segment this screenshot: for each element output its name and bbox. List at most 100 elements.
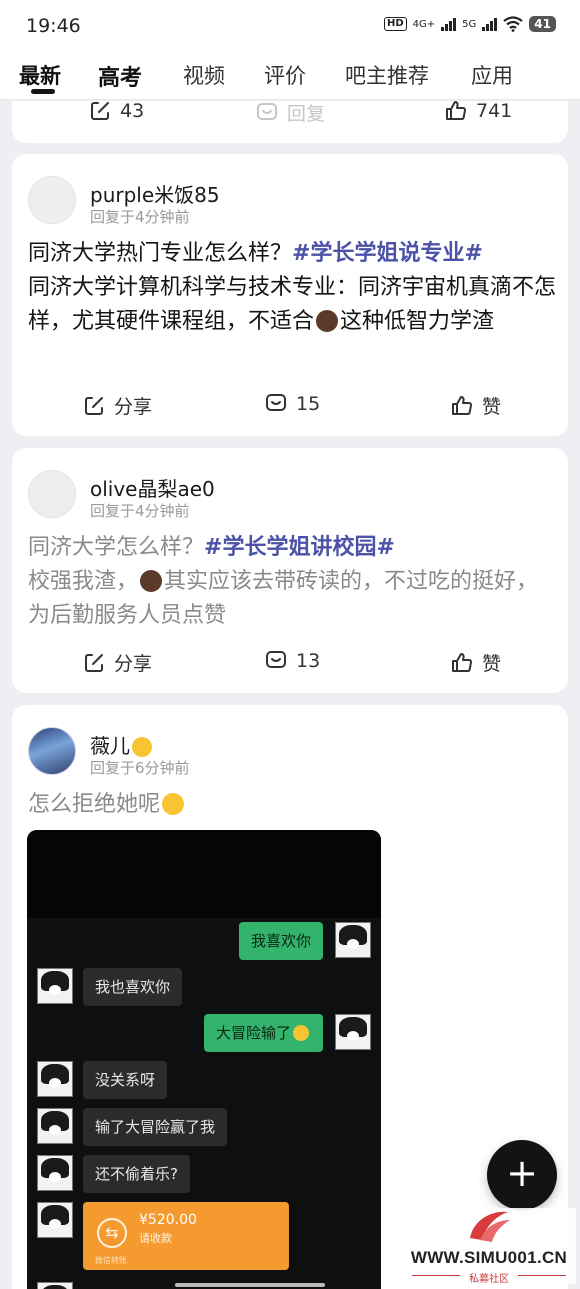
post-content[interactable]: 同济大学怎么样？#学长学姐讲校园# 校强我渣， 其实应该去带砖读的，不过吃的挺好，… (28, 531, 558, 633)
comment-icon (257, 102, 277, 120)
post-content[interactable]: 同济大学热门专业怎么样？#学长学姐说专业# 同济大学计算机科学与技术专业：同济宇… (28, 237, 558, 339)
chat-bubble-received: 没关系呀 (83, 1061, 168, 1099)
site-watermark: WWW.SIMU001.CN 私募社区 (402, 1208, 576, 1285)
post-time: 回复于4分钟前 (90, 208, 190, 226)
share-button[interactable]: 43 (88, 101, 144, 123)
chat-avatar-icon (335, 922, 371, 958)
chat-bubble-received: 我也喜欢你 (83, 968, 183, 1006)
username[interactable]: olive晶梨ae0 (90, 473, 215, 502)
transfer-amount: ¥520.00 (139, 1212, 197, 1228)
tab-latest[interactable]: 最新 (19, 60, 61, 90)
status-icons: HD 4G+ 5G 41 (384, 16, 556, 32)
comment-count: 15 (296, 393, 321, 415)
post-title: 同济大学热门专业怎么样？ (28, 241, 293, 266)
channel-tabs: 最新 高考 视频 评价 吧主推荐 应用 (0, 54, 580, 100)
chat-avatar-icon (37, 1202, 73, 1238)
chat-bubble-received: 还不偷着乐? (83, 1155, 190, 1193)
chat-avatar-icon (37, 1282, 73, 1289)
wink-emoji-icon (132, 737, 152, 757)
like-icon (452, 652, 472, 672)
comment-button[interactable]: 15 (264, 392, 320, 416)
like-label: 赞 (482, 653, 502, 675)
signal-icon (482, 17, 498, 31)
thinking-emoji-icon (162, 793, 185, 815)
like-button[interactable]: 741 (444, 101, 512, 123)
tab-active-indicator (31, 89, 55, 94)
grimace-emoji-icon (293, 1025, 309, 1041)
post-card[interactable]: olive晶梨ae0 回复于4分钟前 同济大学怎么样？#学长学姐讲校园# 校强我… (12, 448, 568, 693)
chat-bubble-sent: 大冒险输了 (203, 1014, 323, 1052)
like-button[interactable]: 赞 (450, 392, 501, 419)
comment-icon (266, 394, 286, 411)
post-content[interactable]: 怎么拒绝她呢 (28, 788, 558, 822)
chat-bubble-sent: 我喜欢你 (238, 922, 323, 960)
tab-apps[interactable]: 应用 (471, 60, 513, 90)
face-emoji-icon (316, 310, 339, 332)
post-card[interactable]: purple米饭85 回复于4分钟前 同济大学热门专业怎么样？#学长学姐说专业#… (12, 154, 568, 436)
like-label: 赞 (482, 396, 502, 418)
transfer-status: 请收款 (139, 1232, 172, 1245)
username[interactable]: purple米饭85 (90, 179, 220, 208)
face-emoji-icon (140, 570, 163, 592)
topic-tag[interactable]: #学长学姐讲校园# (204, 535, 395, 560)
comment-icon (266, 651, 286, 668)
post-body: 校强我渣， (28, 569, 139, 594)
net-5g-label: 5G (462, 18, 477, 30)
comment-count: 13 (296, 650, 321, 672)
tab-moderator-picks[interactable]: 吧主推荐 (345, 60, 429, 90)
topic-tag[interactable]: #学长学姐说专业# (292, 241, 483, 266)
wifi-icon (503, 16, 523, 32)
username-text: 薇儿 (90, 734, 130, 758)
prev-post-card: 43 回复 741 (12, 101, 568, 143)
chat-bubble-received: 输了大冒险赢了我 (83, 1108, 228, 1146)
post-title: 同济大学怎么样？ (28, 535, 205, 560)
share-button[interactable]: 分享 (82, 649, 152, 676)
tab-review[interactable]: 评价 (264, 60, 306, 90)
watermark-subtitle: 私募社区 (469, 1274, 509, 1285)
share-icon (85, 653, 103, 672)
chat-bubble-text: 大冒险输了 (215, 1024, 291, 1042)
post-body-end: 这种低智力学渣 (340, 309, 495, 334)
reply-label: 回复 (287, 103, 326, 125)
signal-icon (441, 17, 457, 31)
transfer-icon: ⇆ (97, 1218, 127, 1248)
share-button[interactable]: 分享 (82, 392, 152, 419)
watermark-logo-icon (470, 1211, 510, 1242)
tab-gaokao[interactable]: 高考 (98, 60, 142, 92)
chat-avatar-icon (335, 1014, 371, 1050)
image-header-area (27, 830, 381, 918)
like-icon (452, 395, 472, 415)
chat-avatar-icon (37, 1155, 73, 1191)
like-icon (446, 101, 466, 120)
create-post-button[interactable]: + (487, 1140, 557, 1210)
status-time: 19:46 (26, 15, 81, 37)
post-time: 回复于6分钟前 (90, 759, 190, 777)
comment-button[interactable]: 13 (264, 649, 320, 673)
post-card[interactable]: 薇儿 回复于6分钟前 怎么拒绝她呢 我喜欢你 我也喜欢你 大冒险输了 没关系呀 … (12, 705, 568, 1289)
watermark-text: WWW.SIMU001.CN (410, 1248, 568, 1267)
watermark-rule (518, 1275, 566, 1276)
share-label: 分享 (114, 396, 153, 418)
avatar[interactable] (28, 470, 76, 518)
reply-button[interactable]: 回复 (255, 101, 325, 126)
post-time: 回复于4分钟前 (90, 502, 190, 520)
share-label: 分享 (114, 653, 153, 675)
chat-avatar-icon (37, 1108, 73, 1144)
avatar[interactable] (28, 727, 76, 775)
avatar[interactable] (28, 176, 76, 224)
hd-badge: HD (384, 17, 407, 31)
like-count: 741 (476, 101, 513, 122)
share-count: 43 (120, 101, 145, 122)
attached-image[interactable]: 我喜欢你 我也喜欢你 大冒险输了 没关系呀 输了大冒险赢了我 还不偷着乐? ⇆ … (27, 830, 381, 1289)
tab-video[interactable]: 视频 (183, 60, 225, 90)
transfer-footer: 微信转账 (95, 1256, 127, 1265)
like-button[interactable]: 赞 (450, 649, 501, 676)
status-bar: 19:46 HD 4G+ 5G 41 (0, 0, 580, 54)
transfer-card: ⇆ ¥520.00 请收款 微信转账 (83, 1202, 289, 1270)
chat-avatar-icon (37, 1061, 73, 1097)
home-indicator[interactable] (175, 1283, 325, 1287)
plus-icon: + (506, 1151, 538, 1195)
username[interactable]: 薇儿 (90, 730, 154, 759)
chat-avatar-icon (37, 968, 73, 1004)
share-icon (91, 102, 109, 120)
